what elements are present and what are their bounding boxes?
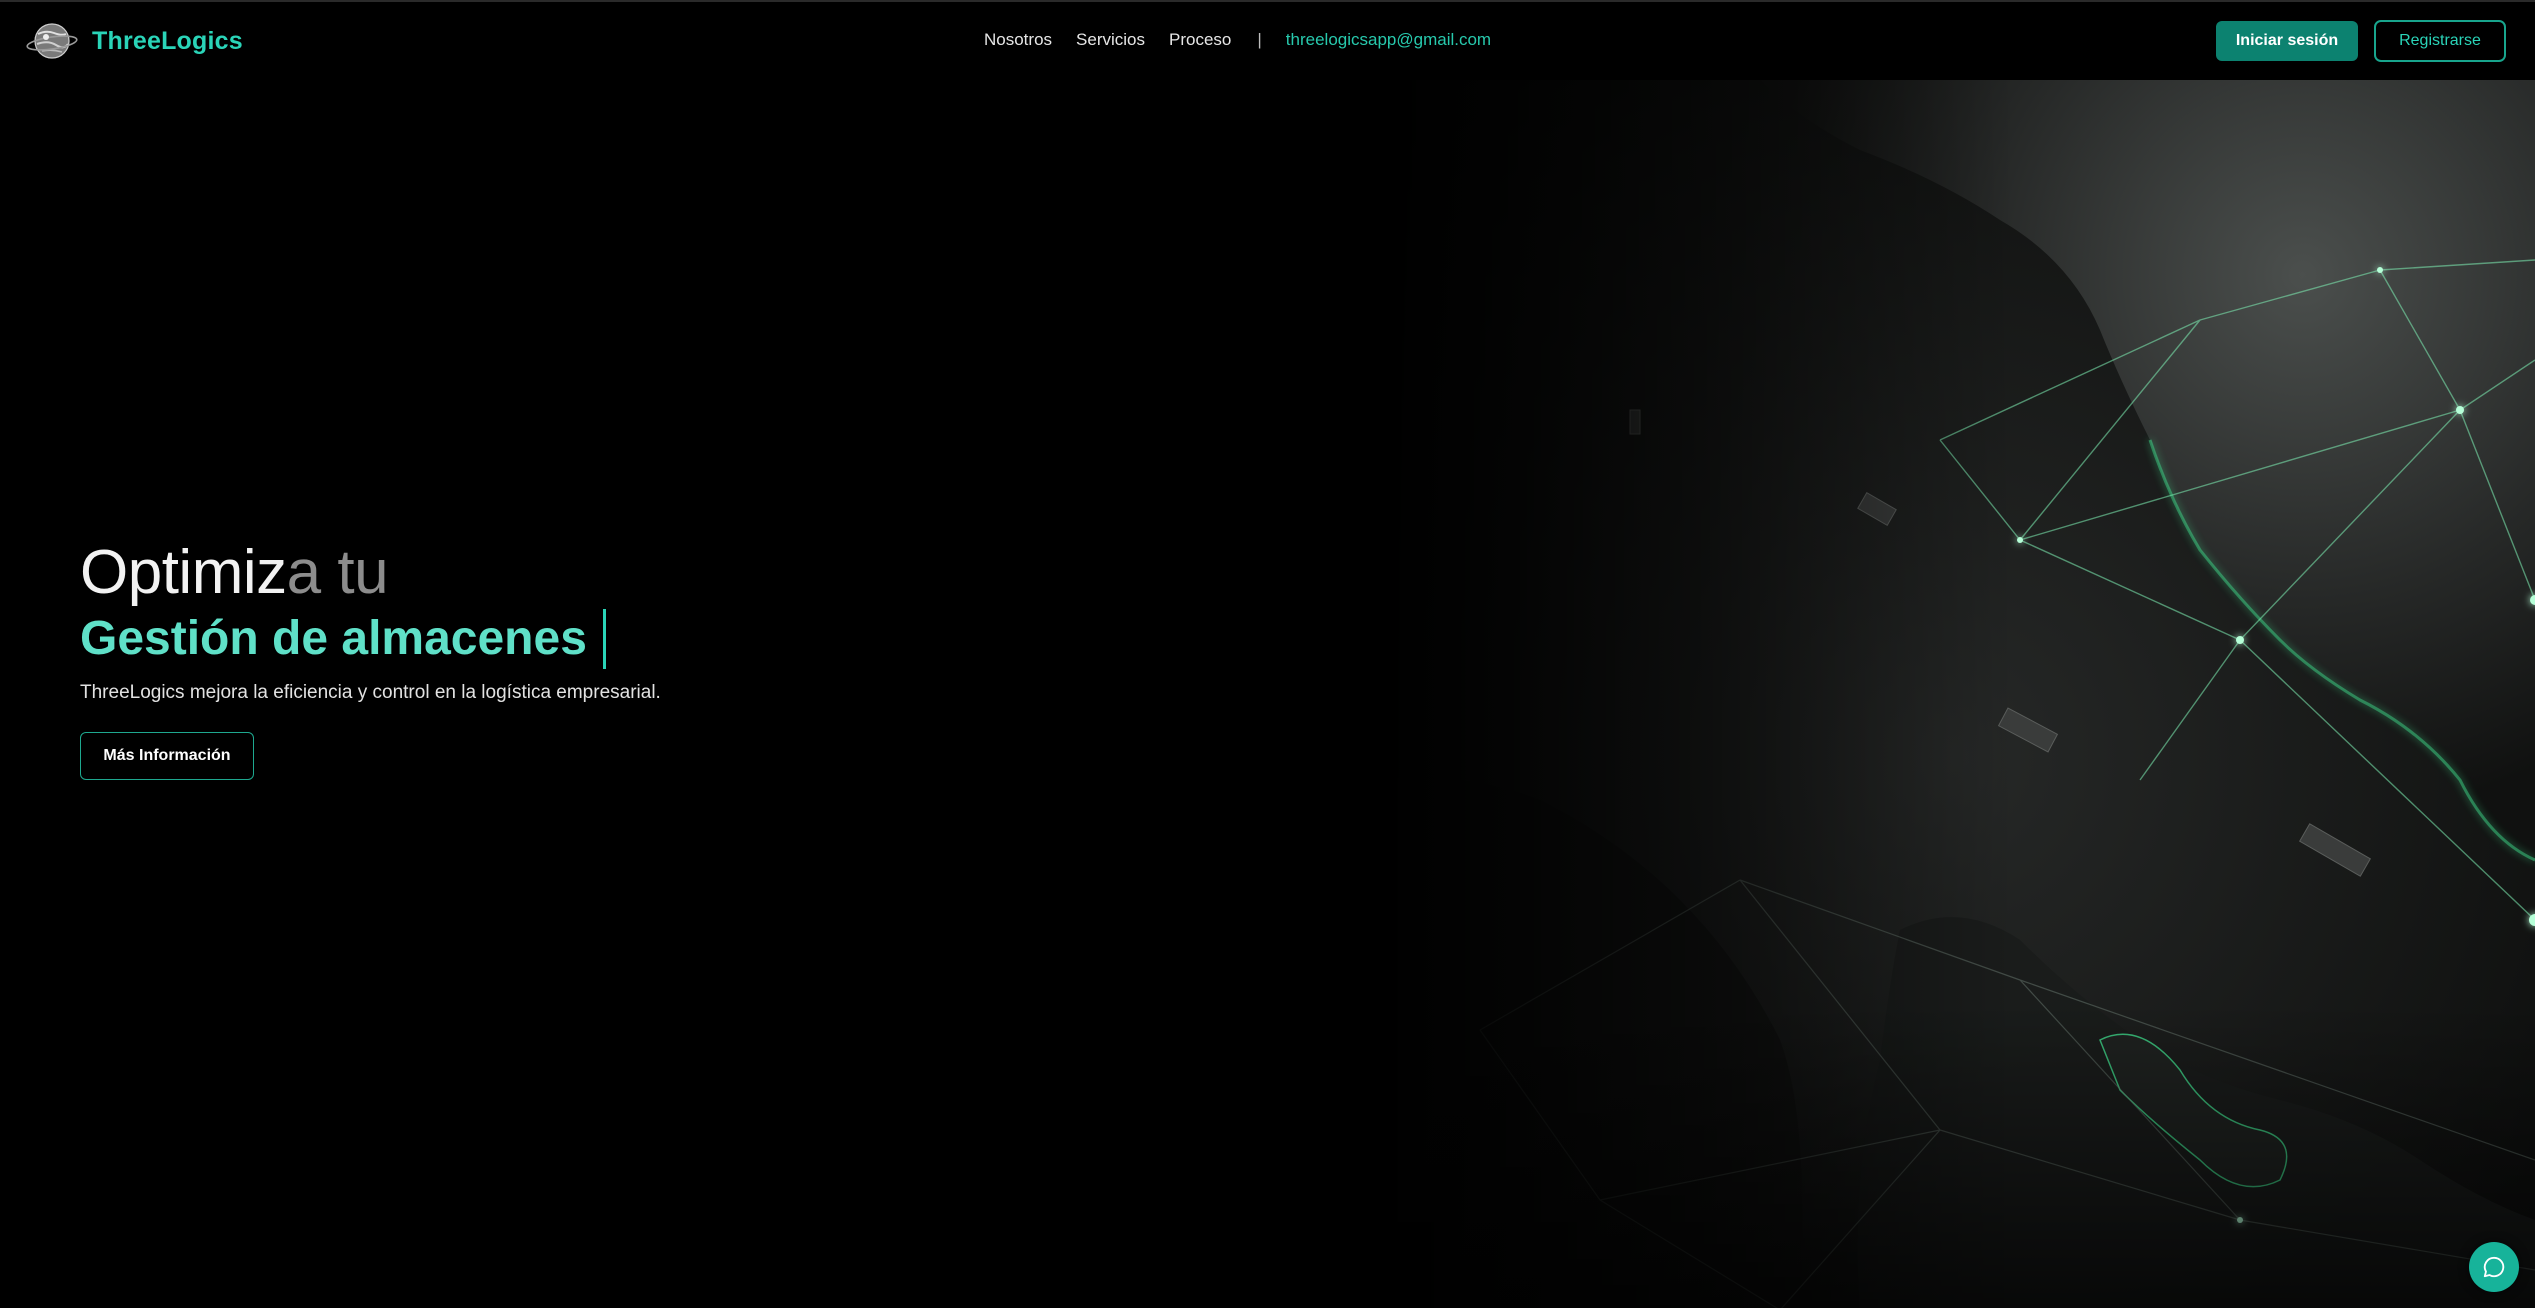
top-navbar: ThreeLogics Nosotros Servicios Proceso |… [0,2,2535,80]
nav-link-servicios[interactable]: Servicios [1076,30,1145,50]
register-button[interactable]: Registrarse [2374,20,2506,62]
chat-bubble-icon [2483,1256,2505,1278]
hero-heading-bright-text: Optimiz [80,538,287,607]
hero-heading-dim-text: a tu [286,538,389,607]
hero-map-image [1380,80,2535,1308]
nav-link-nosotros[interactable]: Nosotros [984,30,1052,50]
more-info-button[interactable]: Más Información [80,732,254,780]
brand-logo[interactable]: ThreeLogics [26,20,243,62]
brand-name: ThreeLogics [92,26,243,55]
hero-subtitle: ThreeLogics mejora la eficiencia y contr… [80,682,661,703]
hero-heading-line1: Optimiza tu [80,538,389,608]
landing-page: ThreeLogics Nosotros Servicios Proceso |… [0,0,2535,1308]
contact-email-link[interactable]: threelogicsapp@gmail.com [1286,30,1491,50]
nav-separator: | [1257,30,1262,49]
hero-heading-line2: Gestión de almacenes [80,608,606,670]
hero-heading-accent-text: Gestión de almacenes [80,612,587,665]
main-nav: Nosotros Servicios Proceso | threelogics… [984,30,1491,50]
typing-caret [602,609,606,669]
nav-link-proceso[interactable]: Proceso [1169,30,1231,50]
chat-button[interactable] [2469,1242,2519,1292]
globe-logo-icon [26,23,78,59]
login-button[interactable]: Iniciar sesión [2216,21,2358,61]
